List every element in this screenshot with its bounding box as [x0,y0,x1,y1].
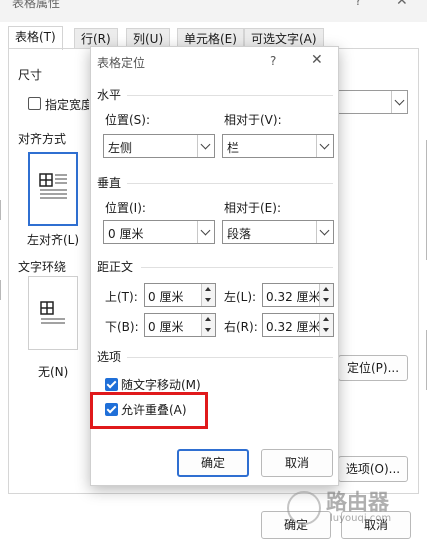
horizontal-position-combo[interactable]: 左侧 [103,134,215,158]
spin-up-icon[interactable] [323,287,329,291]
width-unit-combo[interactable] [338,90,408,114]
doc-edge-line [0,200,1,220]
distance-top-label: 上(T): [105,290,138,304]
options-section-label: 选项 [97,350,122,364]
horizontal-relative-value: 栏 [227,141,240,155]
horizontal-relative-combo[interactable]: 栏 [222,134,334,158]
options-button[interactable]: 选项(O)... [338,456,408,482]
vertical-divider [127,183,333,184]
outer-help-icon[interactable]: ? [355,0,361,8]
specify-width-label: 指定宽度 [45,98,89,112]
distance-section-label: 距正文 [97,260,134,274]
distance-bottom-value: 0 厘米 [148,320,184,334]
positioning-button[interactable]: 定位(P)... [338,355,408,381]
align-left-option[interactable] [28,152,78,226]
alignment-section-label: 对齐方式 [18,132,67,146]
inner-close-icon[interactable]: ✕ [311,52,323,68]
vertical-relative-label: 相对于(E): [224,201,281,215]
inner-cancel-button[interactable]: 取消 [261,449,333,477]
spin-down-icon[interactable] [205,328,211,332]
distance-bottom-spinner[interactable]: 0 厘米 [144,313,216,337]
distance-bottom-label: 下(B): [105,320,139,334]
distance-top-value: 0 厘米 [148,290,184,304]
chevron-down-icon [319,139,330,150]
vertical-position-combo[interactable]: 0 厘米 [103,220,215,244]
outer-close-icon[interactable]: ✕ [396,0,408,9]
wrap-none-option[interactable] [28,276,78,350]
specify-width-checkbox[interactable] [28,97,41,110]
horizontal-divider [127,95,333,96]
chevron-down-icon [200,225,211,236]
distance-right-spinner[interactable]: 0.32 厘米 [262,313,334,337]
vertical-position-label: 位置(I): [105,201,146,215]
doc-edge-line [0,280,1,300]
distance-left-value: 0.32 厘米 [266,290,320,304]
distance-left-label: 左(L): [224,290,257,304]
align-left-icon [39,173,67,199]
inner-ok-button[interactable]: 确定 [177,449,249,477]
inner-dialog-title: 表格定位 [97,56,146,70]
table-positioning-dialog: 表格定位 ? ✕ 水平 位置(S): 相对于(V): 左侧 栏 垂直 位置(I)… [90,46,339,486]
distance-top-spinner[interactable]: 0 厘米 [144,283,216,307]
wrap-section-label: 文字环绕 [18,260,67,274]
tab-table[interactable]: 表格(T) [8,26,63,50]
chevron-down-icon [200,139,211,150]
move-with-text-checkbox[interactable] [105,378,118,391]
watermark-logo-icon [287,491,321,525]
vertical-section-label: 垂直 [97,176,122,190]
distance-left-spinner[interactable]: 0.32 厘米 [262,283,334,307]
horizontal-section-label: 水平 [97,88,122,102]
wrap-none-label: 无(N) [38,365,69,379]
distance-right-label: 右(R): [224,320,258,334]
vertical-position-value: 0 厘米 [108,227,144,241]
watermark-title: 路由器 [326,490,389,514]
outer-dialog-title: 表格属性 [12,0,61,10]
spin-up-icon[interactable] [205,317,211,321]
move-with-text-label: 随文字移动(M) [121,378,201,392]
outer-title-bar [0,0,427,22]
spin-up-icon[interactable] [205,287,211,291]
horizontal-relative-label: 相对于(V): [224,113,282,127]
inner-help-icon[interactable]: ? [270,54,276,68]
horizontal-position-label: 位置(S): [105,113,151,127]
size-section-label: 尺寸 [18,68,43,82]
horizontal-position-value: 左侧 [108,141,133,155]
spin-down-icon[interactable] [323,328,329,332]
watermark-url: luyouqi.com [330,513,392,524]
wrap-none-icon [40,301,65,324]
options-divider [127,357,333,358]
spin-down-icon[interactable] [205,298,211,302]
spin-up-icon[interactable] [323,317,329,321]
chevron-down-icon [319,225,330,236]
chevron-down-icon [394,95,405,106]
distance-right-value: 0.32 厘米 [266,320,320,334]
spin-down-icon[interactable] [323,298,329,302]
align-left-label: 左对齐(L) [27,233,80,247]
vertical-relative-combo[interactable]: 段落 [222,220,334,244]
vertical-relative-value: 段落 [227,227,252,241]
allow-overlap-highlight-box [90,392,208,429]
distance-divider [141,267,333,268]
